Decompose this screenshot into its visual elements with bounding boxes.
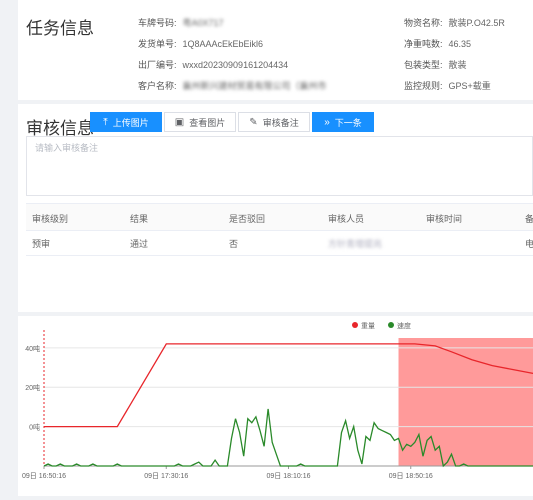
field-net-weight: 净重吨数: 46.35 — [404, 39, 472, 49]
field-factory-number: 出厂编号: wxxd20230909161204434 — [138, 60, 289, 70]
audit-remark-input[interactable]: 请输入审核备注 — [26, 136, 533, 196]
next-button[interactable]: » 下一条 — [312, 112, 374, 132]
cell-rejected: 否 — [229, 239, 239, 249]
field-material-name: 物资名称: 散装P.O42.5R — [404, 18, 505, 28]
col-audit-time: 审核时间 — [426, 214, 463, 224]
task-info-title: 任务信息 — [26, 19, 94, 38]
y-tick-label: 20吨 — [25, 383, 40, 392]
legend-weight-dot — [352, 322, 358, 328]
table-row: 预审 通过 否 方针青增提兆 电 — [26, 229, 533, 256]
x-tick-label: 09日 18:10:16 — [267, 472, 311, 480]
col-rejected: 是否驳回 — [229, 214, 266, 224]
field-delivery-number: 发货单号: 1Q8AAAcEkEbEikl6 — [138, 39, 264, 49]
upload-image-button[interactable]: ⤒ 上传图片 — [90, 112, 162, 132]
upload-icon: ⤒ — [103, 116, 108, 128]
legend-speed-label: 速度 — [397, 321, 411, 330]
col-result: 结果 — [130, 214, 149, 224]
weight-speed-chart[interactable]: 40吨 20吨 0吨 09日 16:50:16 09日 17:30:16 09日 18:1… — [18, 316, 533, 496]
field-plate-number: 车牌号码: 粤A0X717 — [138, 18, 224, 28]
image-icon: ▣ — [174, 116, 185, 128]
field-customer-name: 客户名称: 襄州新兴建材贸易有限公司（襄州市 — [138, 81, 327, 91]
y-tick-label: 40吨 — [25, 344, 40, 353]
field-package-type: 包装类型: 散装 — [404, 60, 467, 70]
cell-result: 通过 — [130, 239, 149, 249]
x-tick-label: 09日 16:50:16 — [22, 472, 66, 480]
field-monitor-rule: 监控规则: GPS+载重 — [404, 81, 491, 91]
col-remark: 备 — [525, 214, 533, 224]
cell-auditor: 方针青增提兆 — [328, 239, 383, 249]
y-tick-label: 0吨 — [29, 423, 40, 432]
double-chevron-right-icon: » — [324, 116, 330, 128]
legend-weight-label: 重量 — [361, 322, 375, 330]
col-audit-level: 审核级别 — [32, 214, 69, 224]
view-image-button[interactable]: ▣ 查看图片 — [164, 112, 236, 132]
x-tick-label: 09日 18:50:16 — [389, 472, 433, 480]
col-auditor: 审核人员 — [328, 214, 365, 224]
edit-icon: ✎ — [249, 116, 258, 128]
audit-table-header: 审核级别 结果 是否驳回 审核人员 审核时间 备 — [26, 203, 533, 231]
legend-speed-dot — [388, 322, 394, 328]
audit-remark-button[interactable]: ✎ 审核备注 — [238, 112, 310, 132]
cell-audit-level: 预审 — [32, 239, 51, 249]
cell-remark: 电 — [525, 239, 533, 249]
x-tick-label: 09日 17:30:16 — [144, 472, 188, 480]
